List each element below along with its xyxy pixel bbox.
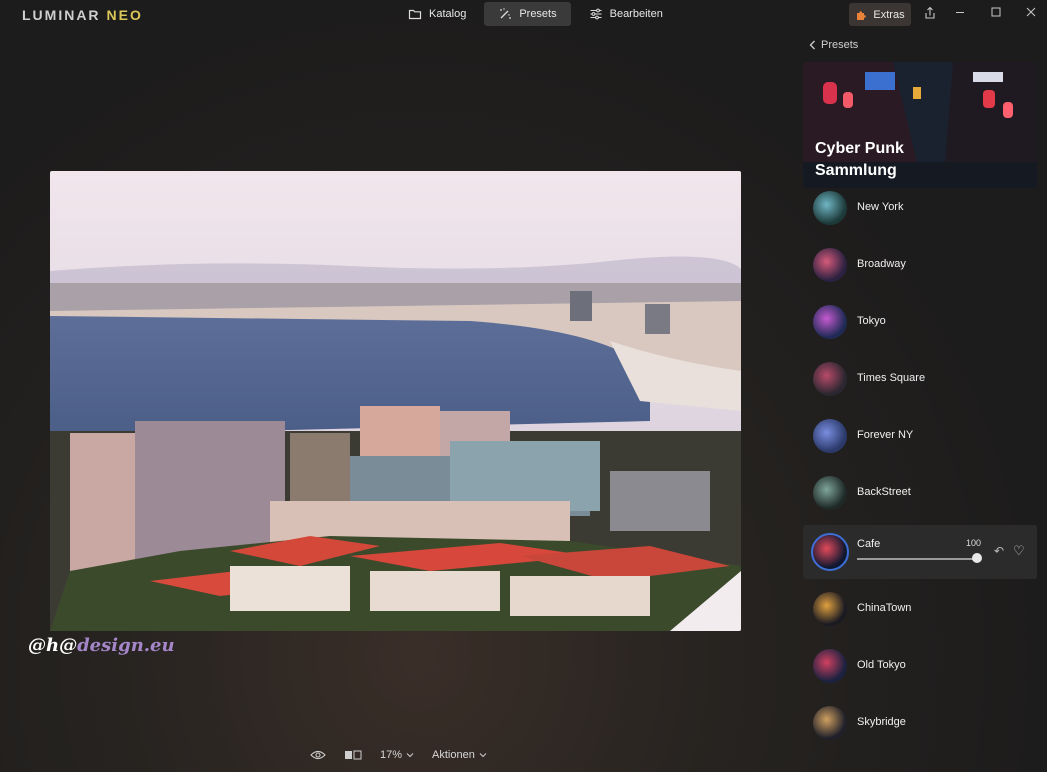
preset-item[interactable]: Cafe 100 ↶ ♡	[803, 525, 1037, 579]
preset-name: BackStreet	[857, 486, 911, 498]
preset-item[interactable]: Broadway	[803, 238, 1037, 292]
preset-name: Tokyo	[857, 315, 886, 327]
preset-thumbnail	[813, 191, 847, 225]
puzzle-icon	[857, 11, 867, 20]
preset-item[interactable]: Tokyo	[803, 295, 1037, 349]
preset-item[interactable]: Times Square	[803, 352, 1037, 406]
sliders-icon	[590, 8, 602, 20]
preset-thumbnail	[811, 533, 849, 571]
zoom-dropdown[interactable]: 17%	[380, 749, 414, 761]
preset-name: Times Square	[857, 372, 926, 384]
photo-canvas[interactable]	[50, 171, 741, 631]
undo-icon[interactable]: ↶	[994, 544, 1004, 558]
title-bar: LUMINAR NEO Katalog Presets Bearbeiten Ex…	[0, 0, 1047, 30]
compare-icon	[345, 750, 362, 760]
preset-name: Forever NY	[857, 429, 914, 441]
extras-button[interactable]: Extras	[849, 3, 911, 26]
preset-thumbnail	[813, 476, 847, 510]
tab-presets[interactable]: Presets	[484, 2, 571, 26]
preset-name: New York	[857, 201, 904, 213]
minimize-button[interactable]	[952, 6, 968, 22]
app-logo: LUMINAR NEO	[22, 7, 143, 23]
preset-item[interactable]: Skybridge	[803, 696, 1037, 750]
tab-katalog[interactable]: Katalog	[394, 2, 480, 26]
preview-toggle-button[interactable]	[310, 749, 326, 761]
preset-thumbnail	[813, 706, 847, 740]
actions-dropdown[interactable]: Aktionen	[432, 749, 487, 761]
slider-handle[interactable]	[972, 553, 982, 563]
preset-thumbnail	[813, 248, 847, 282]
preset-item[interactable]: BackStreet	[803, 466, 1037, 520]
preset-item[interactable]: Forever NY	[803, 409, 1037, 463]
preset-amount-slider[interactable]	[857, 558, 978, 560]
preset-thumbnail	[813, 362, 847, 396]
share-icon[interactable]	[922, 6, 938, 22]
watermark: @h@design.eu	[28, 635, 175, 656]
chevron-down-icon	[406, 753, 414, 758]
preset-thumbnail	[813, 305, 847, 339]
preset-name: Cafe	[857, 538, 881, 550]
compare-button[interactable]	[344, 749, 362, 761]
preset-name: ChinaTown	[857, 602, 912, 614]
presets-panel: Presets Cyber Punk Sammlung New York Broa…	[803, 30, 1037, 772]
preset-amount-value: 100	[966, 538, 982, 548]
back-label: Presets	[821, 39, 859, 51]
preset-item[interactable]: New York	[803, 181, 1037, 235]
extras-label: Extras	[873, 8, 905, 21]
actions-label: Aktionen	[432, 749, 475, 761]
preset-thumbnail	[813, 649, 847, 683]
preset-name: Skybridge	[857, 716, 906, 728]
collection-title: Cyber Punk Sammlung	[815, 140, 904, 179]
tab-katalog-label: Katalog	[429, 8, 467, 20]
preset-item[interactable]: Old Tokyo	[803, 639, 1037, 693]
tab-bearbeiten-label: Bearbeiten	[609, 8, 663, 20]
preset-name: Broadway	[857, 258, 906, 270]
favorite-heart-icon[interactable]: ♡	[1013, 543, 1025, 559]
close-button[interactable]	[1023, 6, 1039, 22]
tab-bearbeiten[interactable]: Bearbeiten	[575, 2, 677, 26]
chevron-left-icon	[809, 40, 815, 50]
preset-thumbnail	[813, 592, 847, 626]
eye-icon	[310, 750, 326, 760]
wand-icon	[500, 8, 512, 19]
preset-name: Old Tokyo	[857, 659, 906, 671]
zoom-value: 17%	[380, 749, 403, 761]
collection-banner: Cyber Punk Sammlung	[803, 62, 1037, 188]
main-nav: Katalog Presets Bearbeiten	[394, 2, 677, 28]
tab-presets-label: Presets	[519, 8, 557, 20]
back-to-presets-button[interactable]: Presets	[809, 39, 858, 51]
chevron-down-icon	[479, 753, 487, 758]
preset-item[interactable]: ChinaTown	[803, 582, 1037, 636]
preset-thumbnail	[813, 419, 847, 453]
maximize-button[interactable]	[988, 6, 1004, 22]
folder-icon	[408, 9, 422, 20]
bottom-toolbar: 17% Aktionen	[310, 744, 487, 766]
